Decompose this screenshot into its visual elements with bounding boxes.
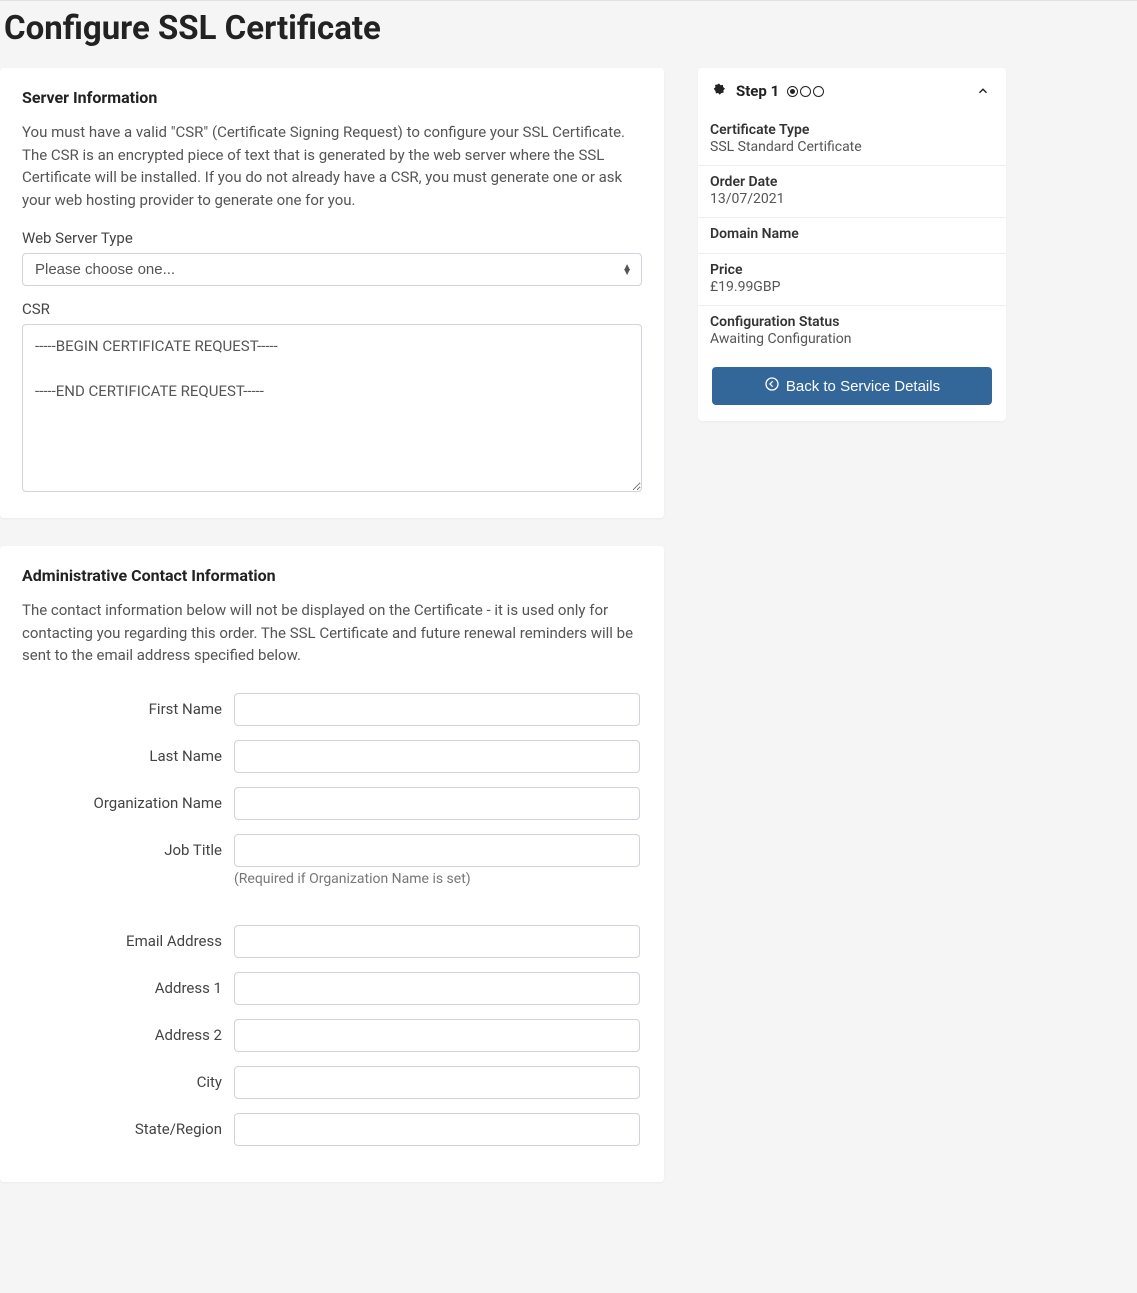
web-server-type-label: Web Server Type (22, 229, 642, 247)
last-name-field[interactable] (234, 740, 640, 773)
address2-label: Address 2 (22, 1019, 222, 1044)
server-info-heading: Server Information (22, 88, 642, 107)
city-label: City (22, 1066, 222, 1091)
job-title-help: (Required if Organization Name is set) (234, 871, 640, 887)
address1-label: Address 1 (22, 972, 222, 997)
summary-config-status: Configuration Status Awaiting Configurat… (698, 306, 1006, 357)
back-to-service-button[interactable]: Back to Service Details (712, 367, 992, 405)
admin-contact-description: The contact information below will not b… (22, 599, 642, 667)
email-field[interactable] (234, 925, 640, 958)
city-field[interactable] (234, 1066, 640, 1099)
order-summary-card: Step 1 Certificate Type SSL Standard Cer… (698, 68, 1006, 421)
state-field[interactable] (234, 1113, 640, 1146)
admin-contact-card: Administrative Contact Information The c… (0, 546, 664, 1182)
web-server-type-select[interactable]: Please choose one... (22, 253, 642, 286)
summary-order-date: Order Date 13/07/2021 (698, 166, 1006, 218)
job-title-label: Job Title (22, 834, 222, 859)
step-label: Step 1 (736, 82, 779, 100)
summary-certificate-type: Certificate Type SSL Standard Certificat… (698, 114, 1006, 166)
summary-domain-name: Domain Name (698, 218, 1006, 254)
server-info-description: You must have a valid "CSR" (Certificate… (22, 121, 642, 211)
first-name-label: First Name (22, 693, 222, 718)
csr-label: CSR (22, 300, 642, 318)
chevron-up-icon (976, 84, 990, 98)
arrow-left-circle-icon (764, 376, 780, 396)
step-header[interactable]: Step 1 (698, 68, 1006, 114)
org-name-label: Organization Name (22, 787, 222, 812)
org-name-field[interactable] (234, 787, 640, 820)
address2-field[interactable] (234, 1019, 640, 1052)
back-button-label: Back to Service Details (786, 378, 940, 395)
summary-price: Price £19.99GBP (698, 254, 1006, 306)
state-label: State/Region (22, 1113, 222, 1138)
first-name-field[interactable] (234, 693, 640, 726)
step-progress-dots (787, 86, 824, 97)
last-name-label: Last Name (22, 740, 222, 765)
server-information-card: Server Information You must have a valid… (0, 68, 664, 518)
job-title-field[interactable] (234, 834, 640, 867)
certificate-icon (710, 82, 728, 100)
admin-contact-heading: Administrative Contact Information (22, 566, 642, 585)
address1-field[interactable] (234, 972, 640, 1005)
page-title: Configure SSL Certificate (4, 9, 1137, 48)
csr-textarea[interactable]: -----BEGIN CERTIFICATE REQUEST----- ----… (22, 324, 642, 492)
email-label: Email Address (22, 925, 222, 950)
